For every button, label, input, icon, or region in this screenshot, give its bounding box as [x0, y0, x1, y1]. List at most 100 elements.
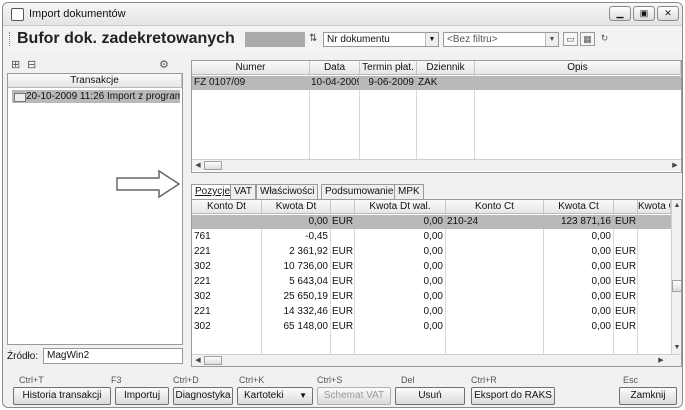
history-button[interactable]: Historia transakcji — [13, 387, 111, 405]
table-cell: 0,00 — [423, 216, 443, 227]
table-row[interactable]: 221 14 332,46 EUR 0,00 0,00 EUR — [192, 305, 671, 319]
table-cell: 0,00 — [423, 306, 443, 317]
tab-wlasciwosci[interactable]: Właściwości — [256, 184, 319, 199]
scroll-thumb[interactable] — [204, 356, 222, 365]
col-kwota-ct-wal[interactable]: Kwota Ct wal. — [638, 200, 671, 214]
expand-all-icon[interactable]: ⊞ — [11, 58, 20, 71]
settings-icon[interactable]: ⚙ — [159, 58, 169, 71]
table-row[interactable]: 221 2 361,92 EUR 0,00 0,00 EUR — [192, 245, 671, 259]
scroll-down-icon[interactable]: ▼ — [672, 343, 681, 352]
col-konto-ct[interactable]: Konto Ct — [446, 200, 544, 214]
scroll-left-icon[interactable]: ◀ — [193, 356, 203, 365]
col-data[interactable]: Data — [310, 61, 360, 75]
table-row[interactable]: FZ 0107/09 10-04-2009 9-06-2009 ZAK — [192, 76, 681, 90]
scroll-right-icon[interactable]: ▶ — [656, 356, 666, 365]
tab-mpk[interactable]: MPK — [394, 184, 424, 199]
diagnostics-button[interactable]: Diagnostyka — [173, 387, 233, 405]
hotkey-eksport: Ctrl+R — [471, 375, 497, 385]
table-cell: 0,00 — [591, 261, 611, 272]
col-opis[interactable]: Opis — [475, 61, 681, 75]
title-bar: Import dokumentów ▁ ▣ ✕ — [3, 3, 682, 26]
table-cell: 0,00 — [423, 291, 443, 302]
collapse-all-icon[interactable]: ⊟ — [27, 58, 36, 71]
table-cell: EUR — [615, 261, 637, 272]
source-label: Źródło: — [7, 351, 39, 362]
table-cell — [637, 215, 671, 228]
table-cell: 302 — [194, 291, 211, 302]
scroll-up-icon[interactable]: ▲ — [672, 201, 681, 210]
close-window-button[interactable]: Zamknij — [619, 387, 677, 405]
table-cell: 0,00 — [423, 276, 443, 287]
table-cell: EUR — [332, 306, 354, 317]
maximize-button[interactable]: ▣ — [633, 6, 655, 21]
col-dziennik[interactable]: Dziennik — [417, 61, 475, 75]
sort-combo-value: Nr dokumentu — [327, 34, 390, 45]
table-row[interactable]: 0,00 EUR 0,00 210-24 123 871,16 EUR — [192, 215, 671, 229]
transaction-item[interactable]: 20-10-2009 11:26 Import z programu — [12, 90, 180, 103]
positions-hscroll[interactable]: ◀ ▶ — [192, 354, 681, 366]
chevron-down-icon: ▼ — [299, 391, 307, 400]
table-cell: 0,00 — [423, 246, 443, 257]
table-cell: EUR — [615, 321, 637, 332]
col-kwota-dt[interactable]: Kwota Dt — [262, 200, 331, 214]
col-numer[interactable]: Numer — [192, 61, 310, 75]
table-row[interactable]: 302 65 148,00 EUR 0,00 0,00 EUR — [192, 320, 671, 334]
source-field[interactable]: MagWin2 — [43, 348, 183, 364]
table-cell — [637, 290, 671, 303]
col-waluta-ct[interactable] — [614, 200, 638, 214]
scroll-thumb[interactable] — [672, 280, 681, 292]
tab-podsumowanie[interactable]: Podsumowanie — [321, 184, 398, 199]
table-cell: 5 643,04 — [289, 276, 328, 287]
table-cell: 302 — [194, 321, 211, 332]
refresh-icon[interactable]: ↻ — [597, 32, 612, 46]
calendar-icon[interactable]: ▦ — [580, 32, 595, 46]
table-cell: 221 — [194, 306, 211, 317]
tab-pozycje[interactable]: Pozycje — [191, 184, 235, 200]
col-konto-dt[interactable]: Konto Dt — [192, 200, 262, 214]
table-cell — [637, 260, 671, 273]
scroll-left-icon[interactable]: ◀ — [193, 161, 203, 170]
table-cell: 0,00 — [423, 231, 443, 242]
documents-hscroll[interactable]: ◀ ▶ — [192, 159, 681, 171]
scroll-right-icon[interactable]: ▶ — [670, 161, 680, 170]
table-cell — [192, 215, 261, 228]
folder-icon[interactable]: ▭ — [563, 32, 578, 46]
table-cell: 0,00 — [591, 246, 611, 257]
close-button[interactable]: ✕ — [657, 6, 679, 21]
table-cell: EUR — [332, 291, 354, 302]
schemat-vat-button[interactable]: Schemat VAT — [317, 387, 391, 405]
import-button[interactable]: Importuj — [115, 387, 169, 405]
hotkey-importuj: F3 — [111, 375, 122, 385]
export-raks-button[interactable]: Eksport do RAKS — [471, 387, 555, 405]
chevron-down-icon[interactable]: ▼ — [545, 33, 558, 46]
col-termin[interactable]: Termin płat. — [360, 61, 417, 75]
table-cell — [445, 305, 543, 318]
doc-opis — [474, 76, 680, 89]
table-cell: EUR — [332, 276, 354, 287]
sort-combo[interactable]: Nr dokumentu ▼ — [323, 32, 439, 47]
table-cell — [637, 245, 671, 258]
progress-box — [245, 32, 305, 47]
col-kwota-ct[interactable]: Kwota Ct — [544, 200, 614, 214]
table-cell: 0,00 — [423, 321, 443, 332]
delete-button[interactable]: Usuń — [395, 387, 465, 405]
transactions-panel: Transakcje 20-10-2009 11:26 Import z pro… — [7, 73, 183, 345]
col-waluta-dt[interactable] — [331, 200, 355, 214]
col-kwota-dt-wal[interactable]: Kwota Dt wal. — [355, 200, 446, 214]
tab-vat[interactable]: VAT — [230, 184, 256, 199]
chevron-down-icon[interactable]: ▼ — [425, 33, 438, 46]
table-cell: -0,45 — [305, 231, 328, 242]
kartoteki-button[interactable]: Kartoteki ▼ — [237, 387, 313, 405]
filter-combo[interactable]: <Bez filtru> ▼ — [443, 32, 559, 47]
filter-combo-value: <Bez filtru> — [447, 34, 498, 45]
table-cell — [637, 230, 671, 243]
scroll-thumb[interactable] — [204, 161, 222, 170]
table-cell: 0,00 — [591, 231, 611, 242]
table-row[interactable]: 761 -0,45 0,00 0,00 — [192, 230, 671, 244]
table-row[interactable]: 221 5 643,04 EUR 0,00 0,00 EUR — [192, 275, 671, 289]
minimize-button[interactable]: ▁ — [609, 6, 631, 21]
table-row[interactable]: 302 25 650,19 EUR 0,00 0,00 EUR — [192, 290, 671, 304]
table-row[interactable]: 302 10 736,00 EUR 0,00 0,00 EUR — [192, 260, 671, 274]
positions-vscroll[interactable]: ▲ ▼ — [671, 200, 681, 354]
transactions-column-header[interactable]: Transakcje — [8, 74, 182, 88]
